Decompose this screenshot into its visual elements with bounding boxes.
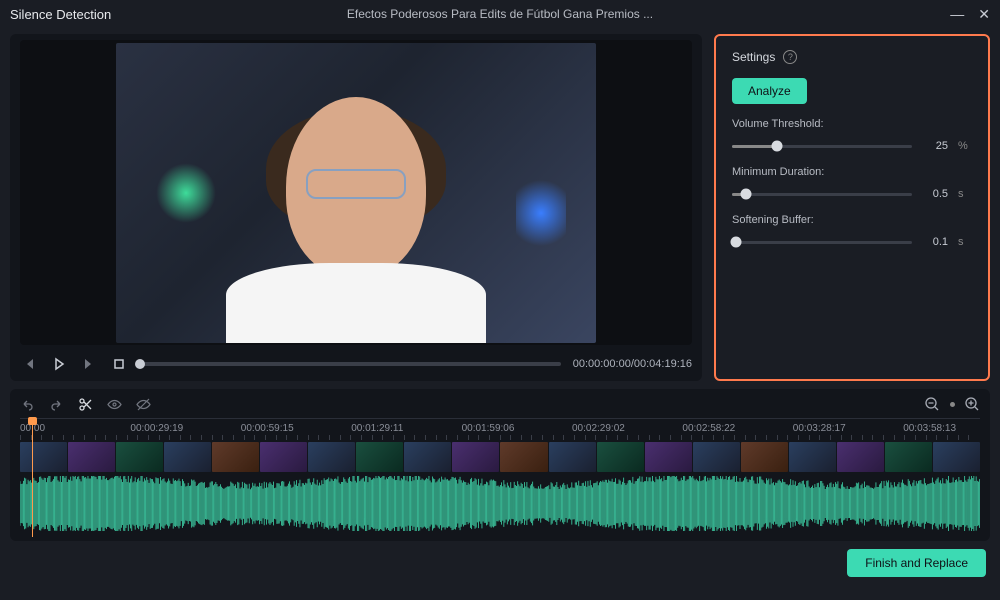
softening-buffer-label: Softening Buffer:	[732, 214, 972, 226]
video-track[interactable]	[20, 442, 980, 472]
eye-off-icon[interactable]	[136, 397, 151, 412]
ruler-label: 00:01:29:11	[351, 423, 403, 434]
playback-controls: 00:00:00:00/00:04:19:16	[20, 355, 692, 373]
volume-threshold-value[interactable]: 25	[922, 140, 948, 152]
ruler-label: 00:00:59:15	[241, 423, 294, 434]
minimum-duration-label: Minimum Duration:	[732, 166, 972, 178]
eye-icon[interactable]	[107, 397, 122, 412]
titlebar: Silence Detection Efectos Poderosos Para…	[0, 0, 1000, 28]
volume-threshold-slider[interactable]	[732, 145, 912, 148]
softening-buffer-group: Softening Buffer: 0.1 s	[732, 214, 972, 248]
zoom-level-dot	[950, 402, 955, 407]
step-back-icon[interactable]	[20, 355, 38, 373]
play-icon[interactable]	[50, 355, 68, 373]
minimize-icon[interactable]: —	[950, 6, 964, 23]
audio-waveform[interactable]	[20, 476, 980, 531]
softening-buffer-slider[interactable]	[732, 241, 912, 244]
window-controls: — ✕	[950, 6, 990, 23]
video-preview[interactable]	[20, 40, 692, 345]
timeline-toolbar	[20, 395, 980, 418]
ruler-label: 00:00:29:19	[130, 423, 183, 434]
playhead-line[interactable]	[32, 417, 33, 537]
finish-replace-button[interactable]: Finish and Replace	[847, 549, 986, 577]
minimum-duration-slider[interactable]	[732, 193, 912, 196]
preview-panel: 00:00:00:00/00:04:19:16	[10, 34, 702, 381]
project-name: Efectos Poderosos Para Edits de Fútbol G…	[347, 7, 653, 21]
ruler-label: 00:02:29:02	[572, 423, 625, 434]
playback-scrubber[interactable]	[140, 362, 561, 366]
minimum-duration-value[interactable]: 0.5	[922, 188, 948, 200]
minimum-duration-group: Minimum Duration: 0.5 s	[732, 166, 972, 200]
undo-icon[interactable]	[20, 397, 35, 412]
app-title: Silence Detection	[10, 7, 111, 22]
softening-buffer-unit: s	[958, 236, 972, 248]
settings-title: Settings	[732, 50, 775, 64]
softening-buffer-value[interactable]: 0.1	[922, 236, 948, 248]
timeline-ruler[interactable]: 00:00 00:00:29:19 00:00:59:15 00:01:29:1…	[20, 418, 980, 440]
ruler-label: 00:02:58:22	[682, 423, 735, 434]
ruler-label: 00:03:58:13	[903, 423, 956, 434]
close-icon[interactable]: ✕	[978, 6, 990, 23]
settings-panel: Settings ? Analyze Volume Threshold: 25 …	[714, 34, 990, 381]
volume-threshold-group: Volume Threshold: 25 %	[732, 118, 972, 152]
ruler-label: 00:03:28:17	[793, 423, 846, 434]
analyze-button[interactable]: Analyze	[732, 78, 807, 104]
redo-icon[interactable]	[49, 397, 64, 412]
scissors-icon[interactable]	[78, 397, 93, 412]
help-icon[interactable]: ?	[783, 50, 797, 64]
volume-threshold-unit: %	[958, 140, 972, 152]
timeline-panel: 00:00 00:00:29:19 00:00:59:15 00:01:29:1…	[10, 389, 990, 541]
step-forward-icon[interactable]	[80, 355, 98, 373]
minimum-duration-unit: s	[958, 188, 972, 200]
zoom-in-icon[interactable]	[965, 397, 980, 412]
zoom-out-icon[interactable]	[925, 397, 940, 412]
playhead-icon[interactable]	[28, 417, 37, 425]
volume-threshold-label: Volume Threshold:	[732, 118, 972, 130]
timecode: 00:00:00:00/00:04:19:16	[573, 358, 692, 370]
footer: Finish and Replace	[0, 541, 1000, 585]
ruler-label: 00:01:59:06	[462, 423, 515, 434]
stop-icon[interactable]	[110, 355, 128, 373]
